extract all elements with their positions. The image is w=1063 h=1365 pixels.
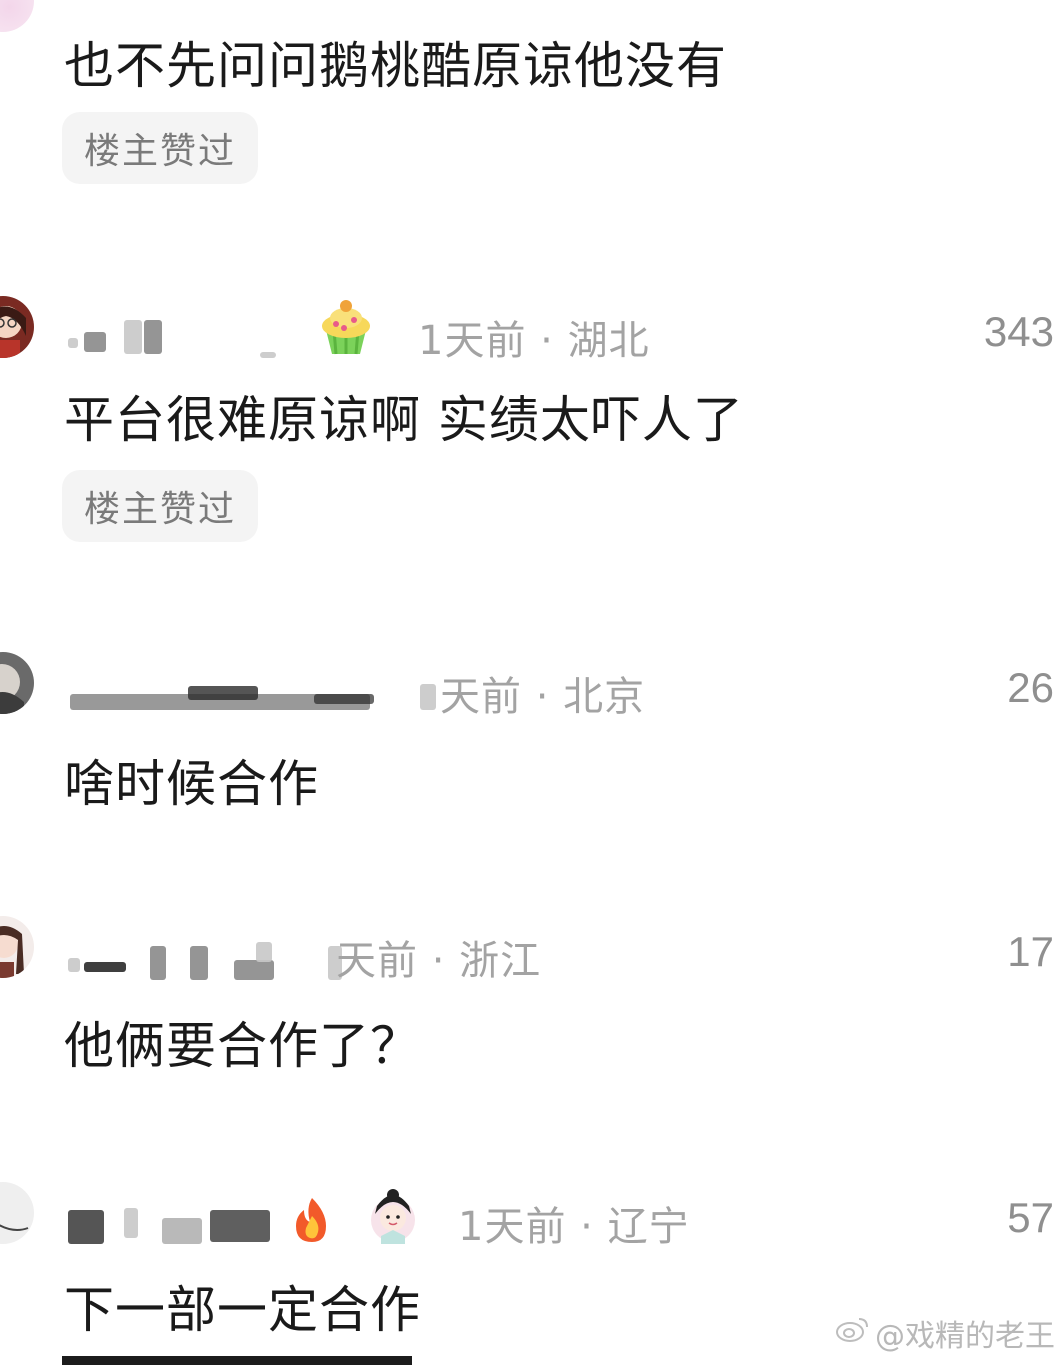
comment-text: 也不先问问鹅桃酷原谅他没有 [64, 37, 727, 95]
avatar-image [0, 1182, 34, 1244]
avatar[interactable] [0, 0, 34, 32]
avatar[interactable] [0, 1182, 34, 1244]
watermark: @戏精的老王 [835, 1311, 1055, 1355]
girl-avatar-emoji [366, 1186, 420, 1248]
comment-text: 啥时候合作 [64, 755, 319, 813]
op-liked-badge: 楼主赞过 [62, 470, 258, 542]
username-redacted[interactable] [64, 932, 344, 980]
username-redacted[interactable] [64, 668, 436, 710]
weibo-logo-icon [835, 1315, 869, 1351]
avatar-image [0, 916, 34, 978]
username-redacted[interactable] [64, 312, 304, 358]
comment-meta: 1天前 · 湖北 343 [64, 300, 1054, 364]
comment-meta: 天前 · 浙江 17 [64, 924, 1054, 984]
cupcake-emoji [314, 294, 378, 362]
time-location: 天前 · 浙江 [336, 938, 542, 984]
time-location: 1天前 · 湖北 [418, 318, 650, 364]
comment-meta: 天前 · 北京 26 [64, 660, 1054, 720]
comment-meta: 1天前 · 辽宁 57 [64, 1189, 1054, 1250]
avatar[interactable] [0, 296, 34, 358]
comment-text: 下一部一定合作 [64, 1281, 421, 1339]
like-count[interactable]: 26 [1007, 664, 1054, 712]
avatar[interactable] [0, 652, 34, 714]
time-location: 1天前 · 辽宁 [458, 1204, 690, 1250]
like-count[interactable]: 57 [1007, 1194, 1054, 1242]
next-item-image-edge [62, 1356, 412, 1365]
avatar-image [0, 652, 34, 714]
avatar-image [0, 296, 34, 358]
like-count[interactable]: 343 [984, 308, 1054, 356]
time-location: 天前 · 北京 [440, 674, 646, 720]
comment-text: 平台很难原谅啊 实绩太吓人了 [64, 391, 744, 449]
avatar[interactable] [0, 916, 34, 978]
fire-emoji [286, 1194, 338, 1250]
op-liked-badge: 楼主赞过 [62, 112, 258, 184]
like-count[interactable]: 17 [1007, 928, 1054, 976]
watermark-text: @戏精的老王 [875, 1319, 1055, 1354]
comment-text: 他俩要合作了？ [64, 1017, 421, 1075]
